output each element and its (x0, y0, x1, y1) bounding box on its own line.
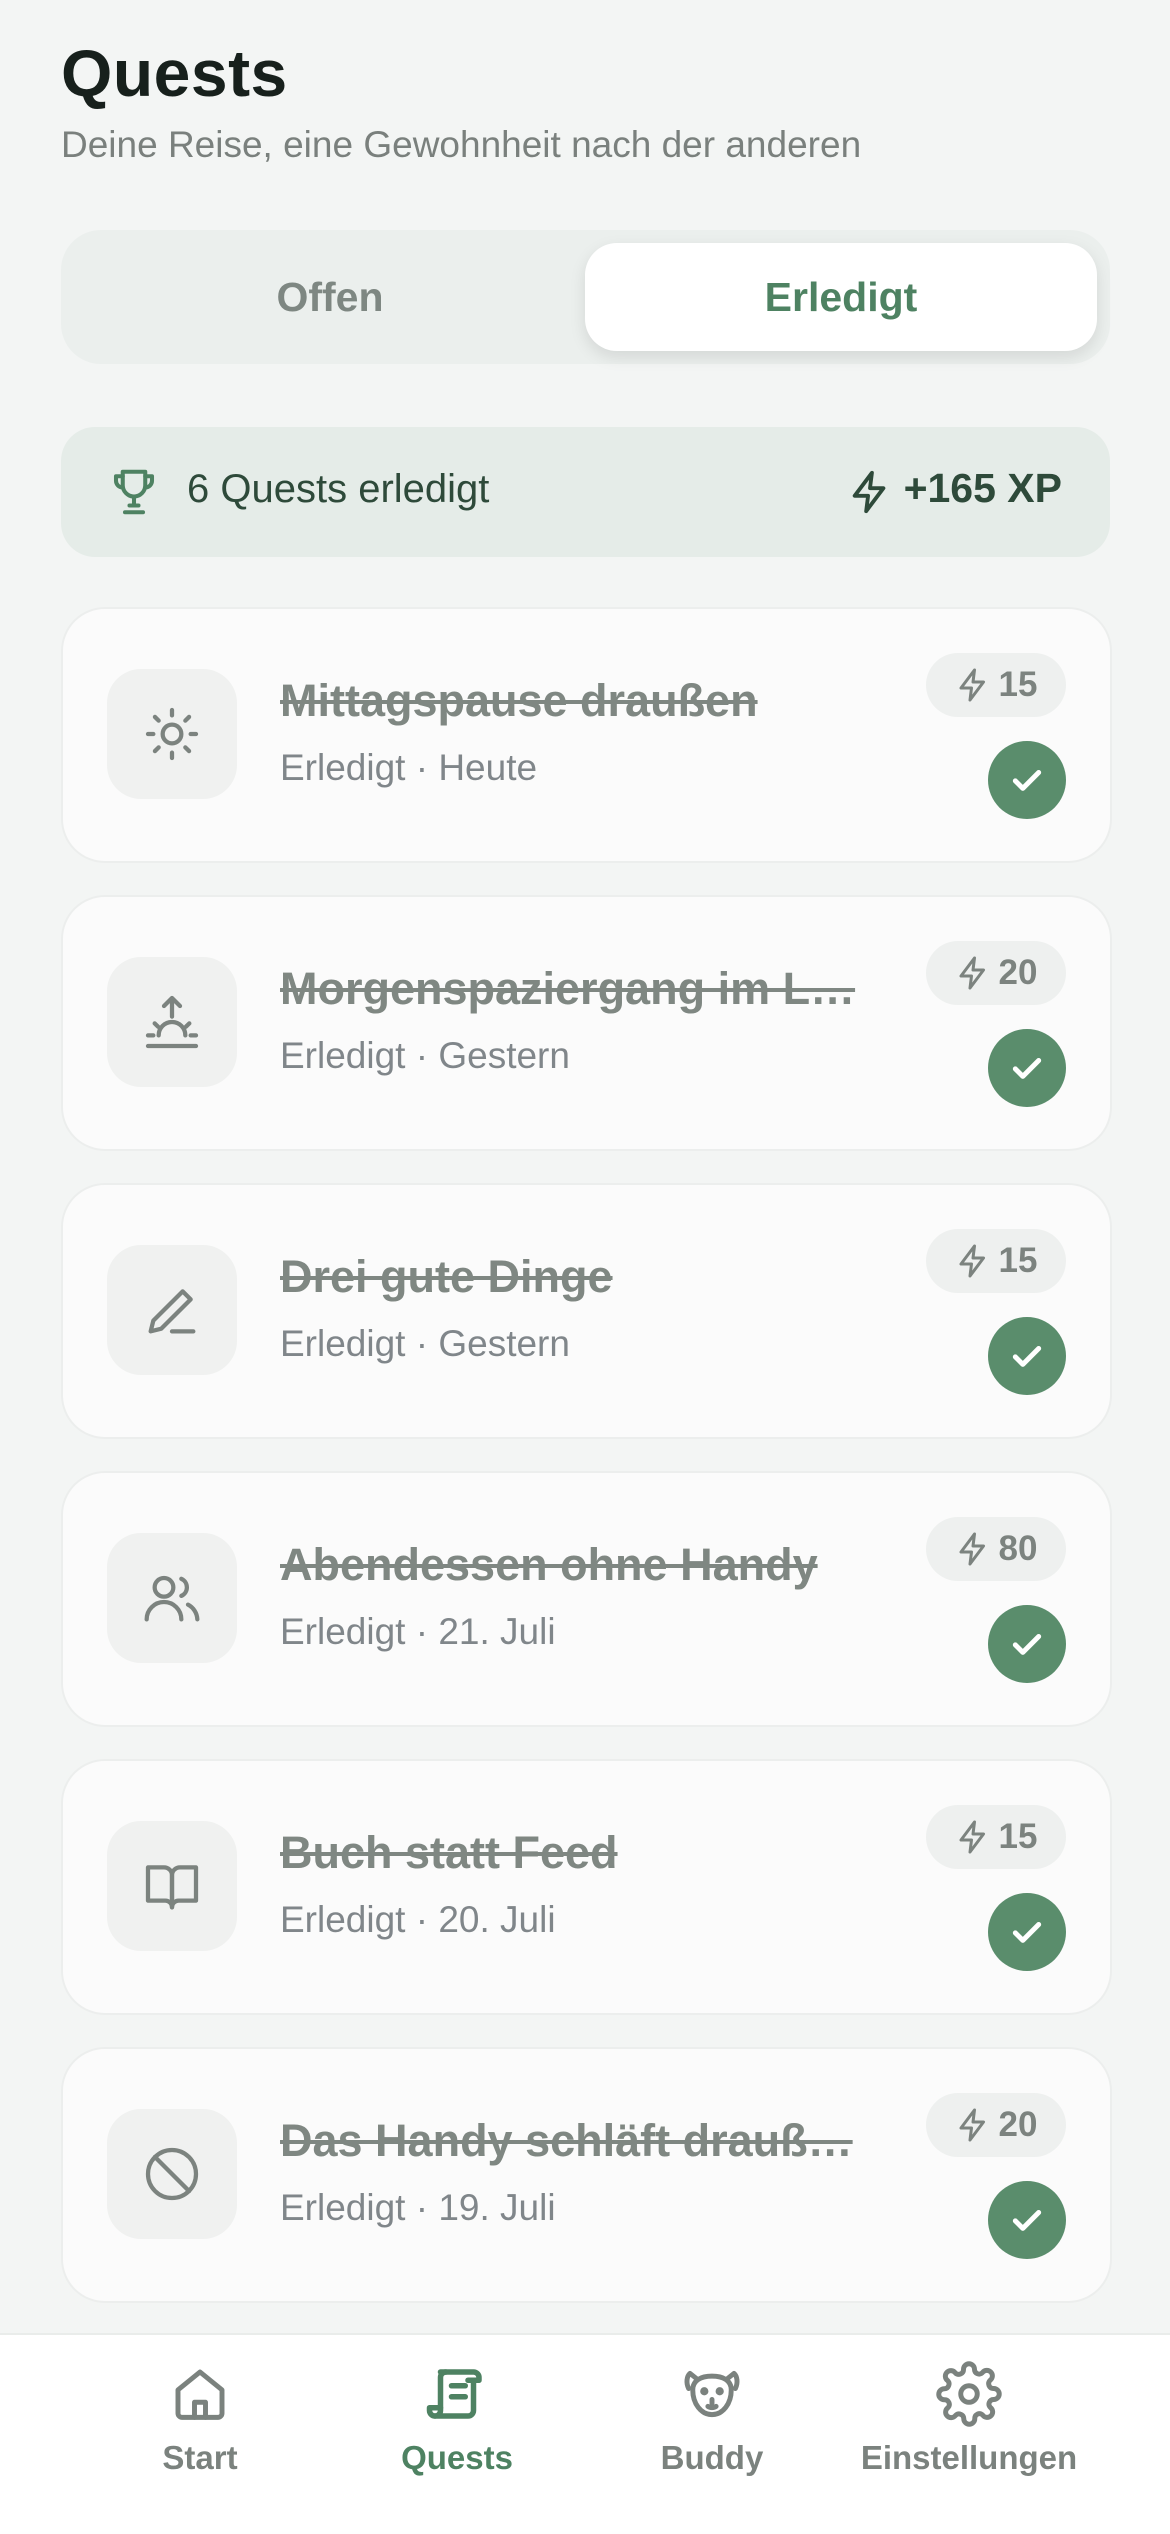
check-icon (1012, 770, 1042, 791)
quest-card[interactable]: Mittagspause draußen Erledigt · Heute 15 (61, 607, 1112, 863)
nav-label: Einstellungen (860, 2439, 1078, 2476)
xp-badge: 15 (926, 1805, 1066, 1869)
bolt-icon (959, 1820, 985, 1854)
check-icon (1012, 1058, 1042, 1079)
xp-value: 15 (998, 1817, 1038, 1856)
completion-summary: 6 Quests erledigt +165 XP (61, 427, 1110, 557)
quest-meta: Erledigt · Heute (280, 747, 538, 788)
quest-title: Morgenspaziergang im L… (280, 963, 856, 1014)
completed-check (988, 1029, 1066, 1107)
quest-icon-box (107, 1821, 237, 1951)
xp-badge: 20 (926, 941, 1066, 1005)
scroll-icon (426, 2369, 482, 2419)
page-title: Quests (61, 36, 288, 110)
page-header: Quests Deine Reise, eine Gewohnheit nach… (61, 36, 861, 166)
nav-label: Quests (401, 2439, 513, 2476)
quest-meta: Erledigt · Gestern (280, 1323, 570, 1364)
xp-badge: 15 (926, 653, 1066, 717)
xp-value: 20 (998, 953, 1038, 992)
quest-card[interactable]: Das Handy schläft drauß… Erledigt · 19. … (61, 2047, 1112, 2303)
completed-check (988, 1893, 1066, 1971)
dog-icon (684, 2370, 740, 2418)
home-icon (175, 2369, 225, 2420)
xp-badge: 15 (926, 1229, 1066, 1293)
ban-icon (145, 2147, 199, 2201)
bolt-icon (959, 1244, 985, 1278)
nav-label: Start (162, 2439, 238, 2476)
quest-meta: Erledigt · 20. Juli (280, 1899, 556, 1940)
xp-value: 20 (998, 2105, 1038, 2144)
quest-meta: Erledigt · 21. Juli (280, 1611, 556, 1652)
status-segmented-control: Offen Erledigt (61, 230, 1110, 364)
quest-card[interactable]: Drei gute Dinge Erledigt · Gestern 15 (61, 1183, 1112, 1439)
xp-value: 80 (998, 1529, 1038, 1568)
quest-title: Das Handy schläft drauß… (280, 2115, 853, 2166)
total-xp: +165 XP (903, 465, 1062, 511)
nav-start[interactable]: Start (70, 2361, 330, 2477)
xp-value: 15 (998, 1241, 1038, 1280)
sunrise-icon (145, 995, 199, 1049)
quest-title: Mittagspause draußen (280, 675, 758, 726)
nav-buddy[interactable]: Buddy (582, 2361, 842, 2477)
quest-card[interactable]: Morgenspaziergang im L… Erledigt · Geste… (61, 895, 1112, 1151)
sun-icon (145, 707, 199, 761)
nav-label: Buddy (660, 2439, 764, 2476)
quest-icon-box (107, 2109, 237, 2239)
trophy-icon (113, 469, 155, 515)
gear-icon (936, 2361, 1002, 2427)
users-icon (144, 1575, 200, 1622)
quest-meta: Erledigt · Gestern (280, 1035, 570, 1076)
bolt-icon (959, 1532, 985, 1566)
page-subtitle: Deine Reise, eine Gewohnheit nach der an… (61, 124, 862, 165)
quest-card[interactable]: Buch statt Feed Erledigt · 20. Juli 15 (61, 1759, 1112, 2015)
quest-card[interactable]: Abendessen ohne Handy Erledigt · 21. Jul… (61, 1471, 1112, 1727)
bolt-icon (959, 2108, 985, 2142)
completed-check (988, 2181, 1066, 2259)
check-icon (1012, 1922, 1042, 1943)
nav-quests[interactable]: Quests (327, 2361, 587, 2477)
check-icon (1012, 2210, 1042, 2231)
bottom-navigation: Start Quests Buddy Einstellungen (0, 2333, 1170, 2534)
check-icon (1012, 1346, 1042, 1367)
pencil-icon (148, 1289, 196, 1334)
xp-value: 15 (998, 665, 1038, 704)
quest-icon-box (107, 957, 237, 1087)
completed-count: 6 Quests erledigt (187, 467, 490, 511)
completed-check (988, 1605, 1066, 1683)
bolt-icon (959, 956, 985, 990)
check-icon (1012, 1634, 1042, 1655)
tab-done[interactable]: Erledigt (585, 243, 1097, 351)
completed-check (988, 741, 1066, 819)
quest-icon-box (107, 1245, 237, 1375)
tab-open[interactable]: Offen (74, 243, 586, 351)
book-icon (145, 1865, 199, 1910)
quest-meta: Erledigt · 19. Juli (280, 2187, 556, 2228)
quest-title: Drei gute Dinge (280, 1251, 613, 1302)
nav-settings[interactable]: Einstellungen (839, 2361, 1099, 2477)
quest-icon-box (107, 1533, 237, 1663)
quest-title: Buch statt Feed (280, 1827, 618, 1878)
bolt-icon (959, 668, 985, 702)
xp-badge: 80 (926, 1517, 1066, 1581)
bolt-icon (852, 470, 886, 514)
xp-badge: 20 (926, 2093, 1066, 2157)
completed-check (988, 1317, 1066, 1395)
quest-icon-box (107, 669, 237, 799)
quest-title: Abendessen ohne Handy (280, 1539, 818, 1590)
